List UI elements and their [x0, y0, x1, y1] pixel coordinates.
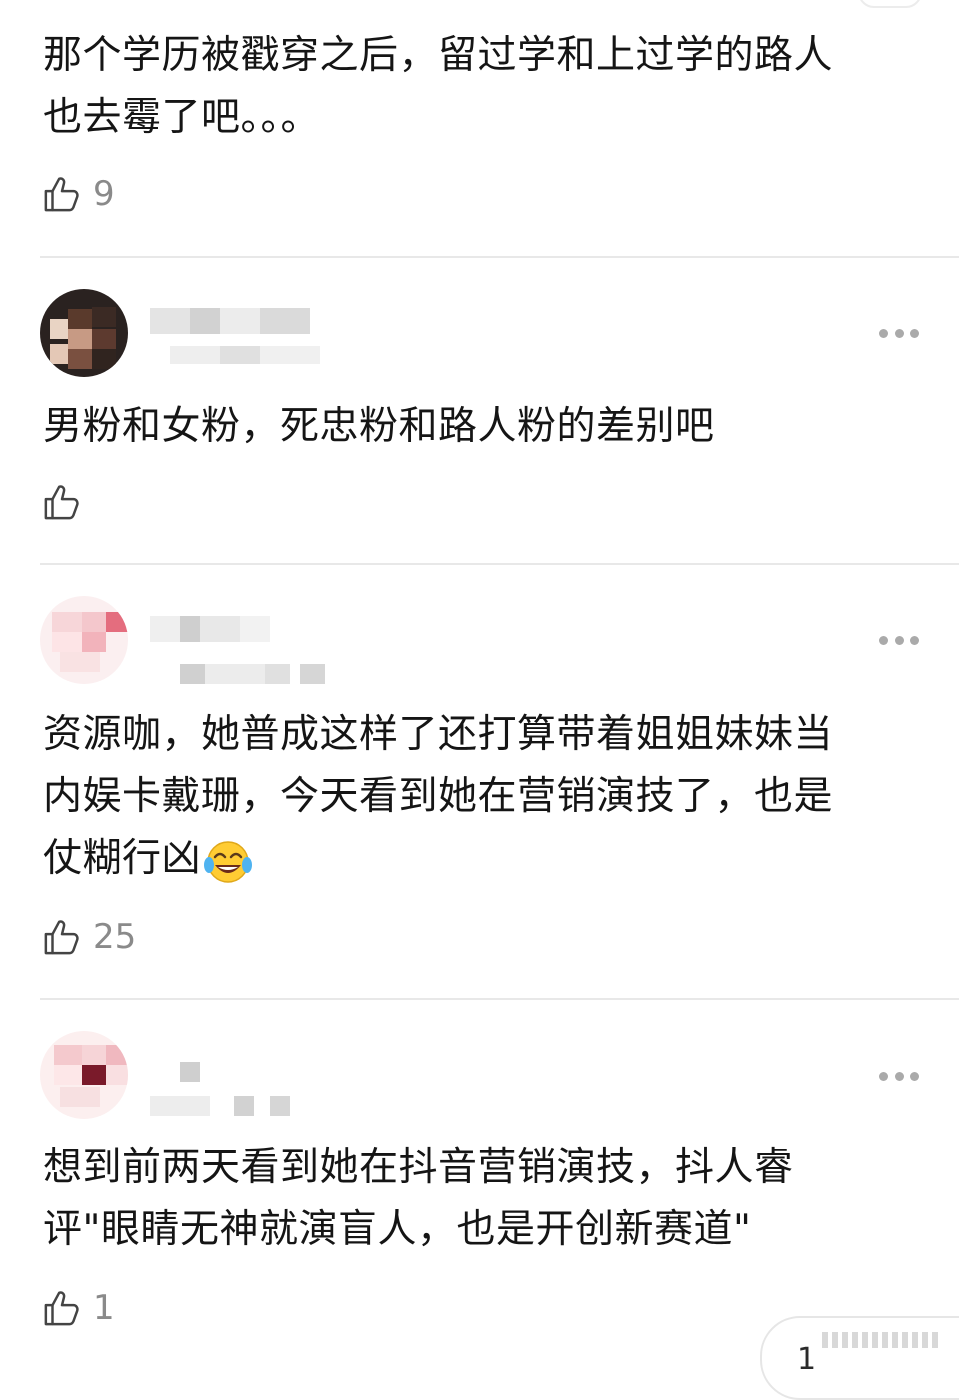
- more-options-button[interactable]: [879, 327, 919, 339]
- avatar[interactable]: [40, 289, 128, 377]
- more-dot: [894, 635, 904, 645]
- more-dot: [910, 1071, 919, 1081]
- more-dot: [894, 1071, 904, 1081]
- username-redacted[interactable]: [180, 1062, 200, 1082]
- comment-text: 资源咖，她普成这样了还打算带着姐姐妹妹当 内娱卡戴珊，今天看到她在营销演技了，也…: [43, 704, 913, 890]
- comment-text-line: 那个学历被戳穿之后，留过学和上过学的路人: [43, 33, 834, 78]
- comment-text-line: 资源咖，她普成这样了还打算带着姐姐妹妹当: [43, 712, 834, 757]
- comment-text-line: 仗糊行凶: [43, 836, 202, 881]
- like-button[interactable]: 1: [43, 1286, 115, 1330]
- comment-text-line-with-emoji: 仗糊行凶: [43, 828, 913, 890]
- like-count: 9: [93, 174, 115, 214]
- like-button[interactable]: 9: [43, 172, 115, 216]
- page-indicator-bars: [822, 1332, 942, 1348]
- tears-of-joy-emoji: [203, 838, 253, 884]
- comment-text: 男粉和女粉，死忠粉和路人粉的差别吧: [43, 396, 913, 458]
- page-indicator[interactable]: 1: [760, 1316, 959, 1400]
- user-subtitle-redacted: [180, 664, 325, 684]
- more-dot: [879, 1071, 888, 1081]
- comment-text-line: 男粉和女粉，死忠粉和路人粉的差别吧: [43, 404, 715, 449]
- divider: [40, 998, 959, 1000]
- more-options-button[interactable]: [879, 1070, 919, 1082]
- thumbs-up-icon: [44, 1291, 79, 1326]
- like-button[interactable]: [43, 480, 93, 524]
- thumbs-up-icon: [44, 485, 79, 520]
- more-dot: [879, 328, 888, 338]
- comment-text-line: 评"眼睛无神就演盲人，也是开创新赛道": [43, 1207, 752, 1252]
- comment-text-line: 也去霉了吧。。。: [43, 95, 321, 140]
- comment-text-line: 想到前两天看到她在抖音营销演技，抖人睿: [43, 1145, 794, 1190]
- avatar[interactable]: [40, 1031, 128, 1119]
- top-scroll-pill: [858, 0, 922, 8]
- username-redacted[interactable]: [150, 308, 310, 334]
- divider: [40, 256, 959, 258]
- more-dot: [879, 635, 888, 645]
- avatar[interactable]: [40, 596, 128, 684]
- thumbs-up-icon: [44, 177, 79, 212]
- like-count: 1: [93, 1288, 115, 1328]
- username-redacted[interactable]: [150, 616, 270, 642]
- thumbs-up-icon: [44, 920, 79, 955]
- comment-text: 想到前两天看到她在抖音营销演技，抖人睿 评"眼睛无神就演盲人，也是开创新赛道": [43, 1137, 913, 1261]
- like-count: 25: [93, 917, 137, 957]
- comment-text-line: 内娱卡戴珊，今天看到她在营销演技了，也是: [43, 774, 834, 819]
- comment-text: 那个学历被戳穿之后，留过学和上过学的路人 也去霉了吧。。。: [43, 25, 913, 149]
- like-button[interactable]: 25: [43, 915, 136, 959]
- user-subtitle-redacted: [150, 1096, 290, 1116]
- more-dot: [910, 635, 919, 645]
- more-dot: [910, 328, 919, 338]
- user-subtitle-redacted: [170, 346, 320, 364]
- more-options-button[interactable]: [879, 634, 919, 646]
- divider: [40, 563, 959, 565]
- more-dot: [894, 328, 904, 338]
